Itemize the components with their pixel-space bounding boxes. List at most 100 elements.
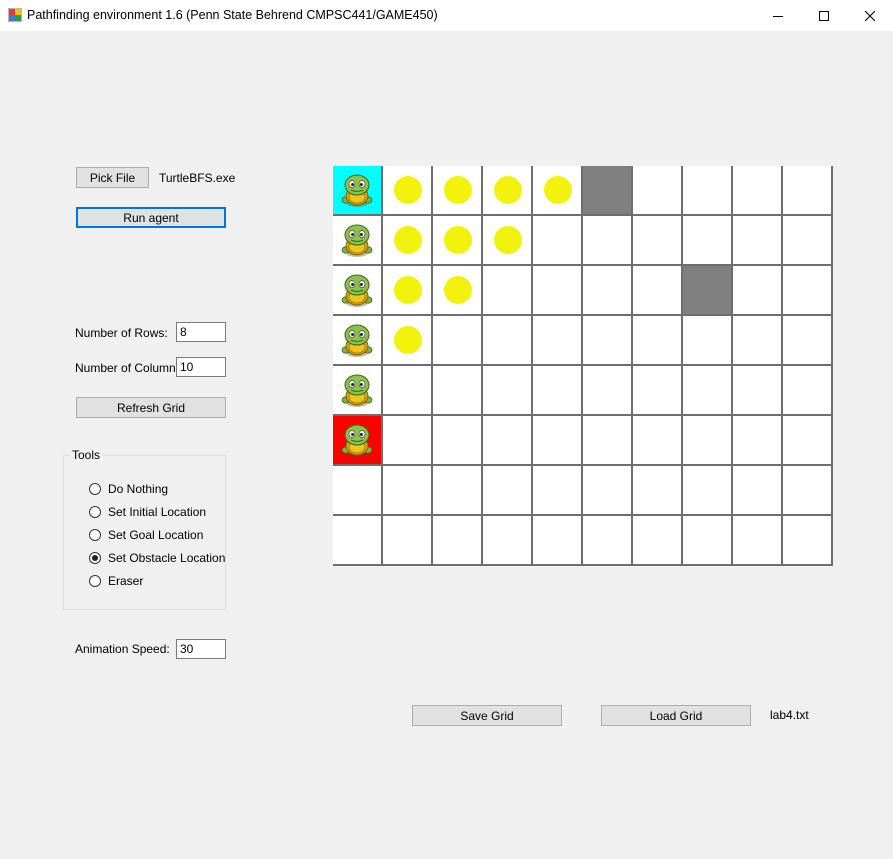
grid-cell[interactable] <box>483 266 533 316</box>
maximize-button[interactable] <box>801 0 847 31</box>
grid-cell[interactable] <box>733 366 783 416</box>
grid-cell[interactable] <box>583 216 633 266</box>
grid-cell[interactable] <box>333 316 383 366</box>
grid-cell[interactable] <box>633 416 683 466</box>
run-agent-button[interactable]: Run agent <box>76 207 226 228</box>
grid-cell[interactable] <box>633 316 683 366</box>
grid-cell[interactable] <box>683 216 733 266</box>
grid-cell[interactable] <box>533 166 583 216</box>
grid-cell[interactable] <box>433 166 483 216</box>
grid-cell[interactable] <box>433 216 483 266</box>
refresh-grid-button[interactable]: Refresh Grid <box>76 397 226 418</box>
grid-cell[interactable] <box>433 466 483 516</box>
grid-cell[interactable] <box>783 266 833 316</box>
load-grid-button[interactable]: Load Grid <box>601 705 751 726</box>
grid-cell[interactable] <box>483 516 533 566</box>
grid-cell[interactable] <box>633 516 683 566</box>
grid-cell[interactable] <box>633 266 683 316</box>
minimize-button[interactable] <box>755 0 801 31</box>
animation-speed-input[interactable]: 30 <box>176 639 226 659</box>
grid-cell[interactable] <box>583 416 633 466</box>
grid-cell[interactable] <box>583 366 633 416</box>
grid-cell[interactable] <box>383 466 433 516</box>
goal-cell[interactable] <box>333 416 383 466</box>
grid-cell[interactable] <box>783 466 833 516</box>
grid-cell[interactable] <box>383 166 433 216</box>
grid-cell[interactable] <box>333 266 383 316</box>
grid-cell[interactable] <box>433 366 483 416</box>
close-button[interactable] <box>847 0 893 31</box>
grid-cell[interactable] <box>533 516 583 566</box>
grid-cell[interactable] <box>683 466 733 516</box>
grid-cell[interactable] <box>583 266 633 316</box>
grid-cell[interactable] <box>483 166 533 216</box>
grid-cell[interactable] <box>733 216 783 266</box>
grid-cell[interactable] <box>733 316 783 366</box>
grid-cell[interactable] <box>333 466 383 516</box>
grid-cell[interactable] <box>733 266 783 316</box>
obstacle-cell[interactable] <box>683 266 733 316</box>
grid-cell[interactable] <box>633 466 683 516</box>
grid-cell[interactable] <box>483 366 533 416</box>
grid-cell[interactable] <box>383 316 433 366</box>
pick-file-button[interactable]: Pick File <box>76 167 149 188</box>
grid-cell[interactable] <box>483 216 533 266</box>
grid-cell[interactable] <box>533 216 583 266</box>
grid-cell[interactable] <box>433 266 483 316</box>
grid-cell[interactable] <box>783 366 833 416</box>
tool-option[interactable]: Set Initial Location <box>89 504 206 520</box>
grid-cell[interactable] <box>783 416 833 466</box>
tool-option[interactable]: Do Nothing <box>89 481 168 497</box>
pathfinding-grid[interactable] <box>333 166 833 566</box>
grid-cell[interactable] <box>533 416 583 466</box>
grid-cell[interactable] <box>583 316 633 366</box>
grid-cell[interactable] <box>483 466 533 516</box>
grid-cell[interactable] <box>583 466 633 516</box>
grid-cell[interactable] <box>633 366 683 416</box>
grid-cell[interactable] <box>733 416 783 466</box>
rows-input[interactable]: 8 <box>176 322 226 342</box>
grid-cell[interactable] <box>483 416 533 466</box>
grid-cell[interactable] <box>683 166 733 216</box>
obstacle-cell[interactable] <box>583 166 633 216</box>
grid-cell[interactable] <box>333 216 383 266</box>
grid-cell[interactable] <box>783 516 833 566</box>
tool-option[interactable]: Set Goal Location <box>89 527 203 543</box>
grid-cell[interactable] <box>783 166 833 216</box>
grid-cell[interactable] <box>783 316 833 366</box>
grid-cell[interactable] <box>733 516 783 566</box>
grid-cell[interactable] <box>483 316 533 366</box>
grid-cell[interactable] <box>533 316 583 366</box>
grid-cell[interactable] <box>433 416 483 466</box>
radio-button[interactable] <box>89 552 101 564</box>
start-cell[interactable] <box>333 166 383 216</box>
radio-button[interactable] <box>89 529 101 541</box>
grid-cell[interactable] <box>383 266 433 316</box>
grid-cell[interactable] <box>433 516 483 566</box>
grid-cell[interactable] <box>683 416 733 466</box>
save-grid-button[interactable]: Save Grid <box>412 705 562 726</box>
radio-button[interactable] <box>89 575 101 587</box>
grid-cell[interactable] <box>733 466 783 516</box>
grid-cell[interactable] <box>683 316 733 366</box>
grid-cell[interactable] <box>533 266 583 316</box>
grid-cell[interactable] <box>383 416 433 466</box>
radio-button[interactable] <box>89 506 101 518</box>
grid-cell[interactable] <box>633 166 683 216</box>
grid-cell[interactable] <box>383 366 433 416</box>
grid-cell[interactable] <box>333 516 383 566</box>
grid-cell[interactable] <box>683 516 733 566</box>
grid-cell[interactable] <box>383 216 433 266</box>
tool-option[interactable]: Eraser <box>89 573 143 589</box>
grid-cell[interactable] <box>733 166 783 216</box>
grid-cell[interactable] <box>383 516 433 566</box>
grid-cell[interactable] <box>533 466 583 516</box>
columns-input[interactable]: 10 <box>176 357 226 377</box>
grid-cell[interactable] <box>633 216 683 266</box>
grid-cell[interactable] <box>783 216 833 266</box>
tool-option[interactable]: Set Obstacle Location <box>89 550 225 566</box>
grid-cell[interactable] <box>433 316 483 366</box>
grid-cell[interactable] <box>533 366 583 416</box>
radio-button[interactable] <box>89 483 101 495</box>
grid-cell[interactable] <box>333 366 383 416</box>
